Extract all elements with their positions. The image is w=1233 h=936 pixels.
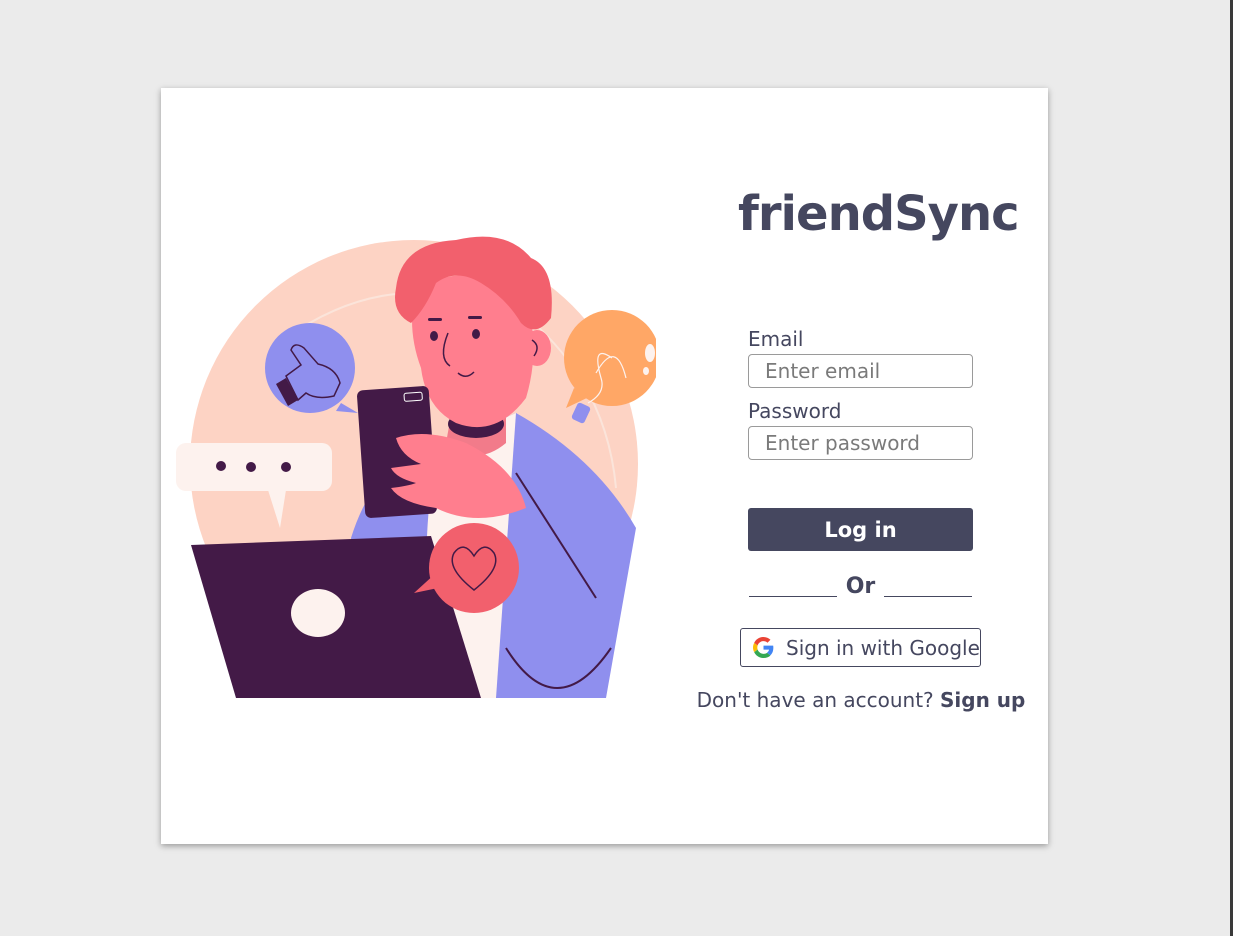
login-card: friendSync Email Password Log in Or Sign… — [161, 88, 1048, 844]
email-label: Email — [748, 327, 804, 351]
google-sign-in-button[interactable]: Sign in with Google — [740, 628, 981, 667]
login-button[interactable]: Log in — [748, 508, 973, 551]
email-input[interactable] — [748, 354, 973, 388]
login-form: Email Password — [748, 326, 973, 470]
app-title: friendSync — [738, 186, 1020, 242]
signup-prompt-text: Don't have an account? — [696, 688, 934, 712]
google-icon — [753, 637, 774, 658]
google-sign-in-label: Sign in with Google — [786, 635, 980, 660]
password-label: Password — [748, 399, 842, 423]
divider-line-right — [884, 596, 972, 597]
person-with-phone-illustration — [176, 236, 656, 698]
signup-prompt-row: Don't have an account? Sign up — [691, 688, 1031, 712]
or-divider: Or — [748, 574, 973, 602]
password-input[interactable] — [748, 426, 973, 460]
sign-up-link[interactable]: Sign up — [940, 688, 1025, 712]
